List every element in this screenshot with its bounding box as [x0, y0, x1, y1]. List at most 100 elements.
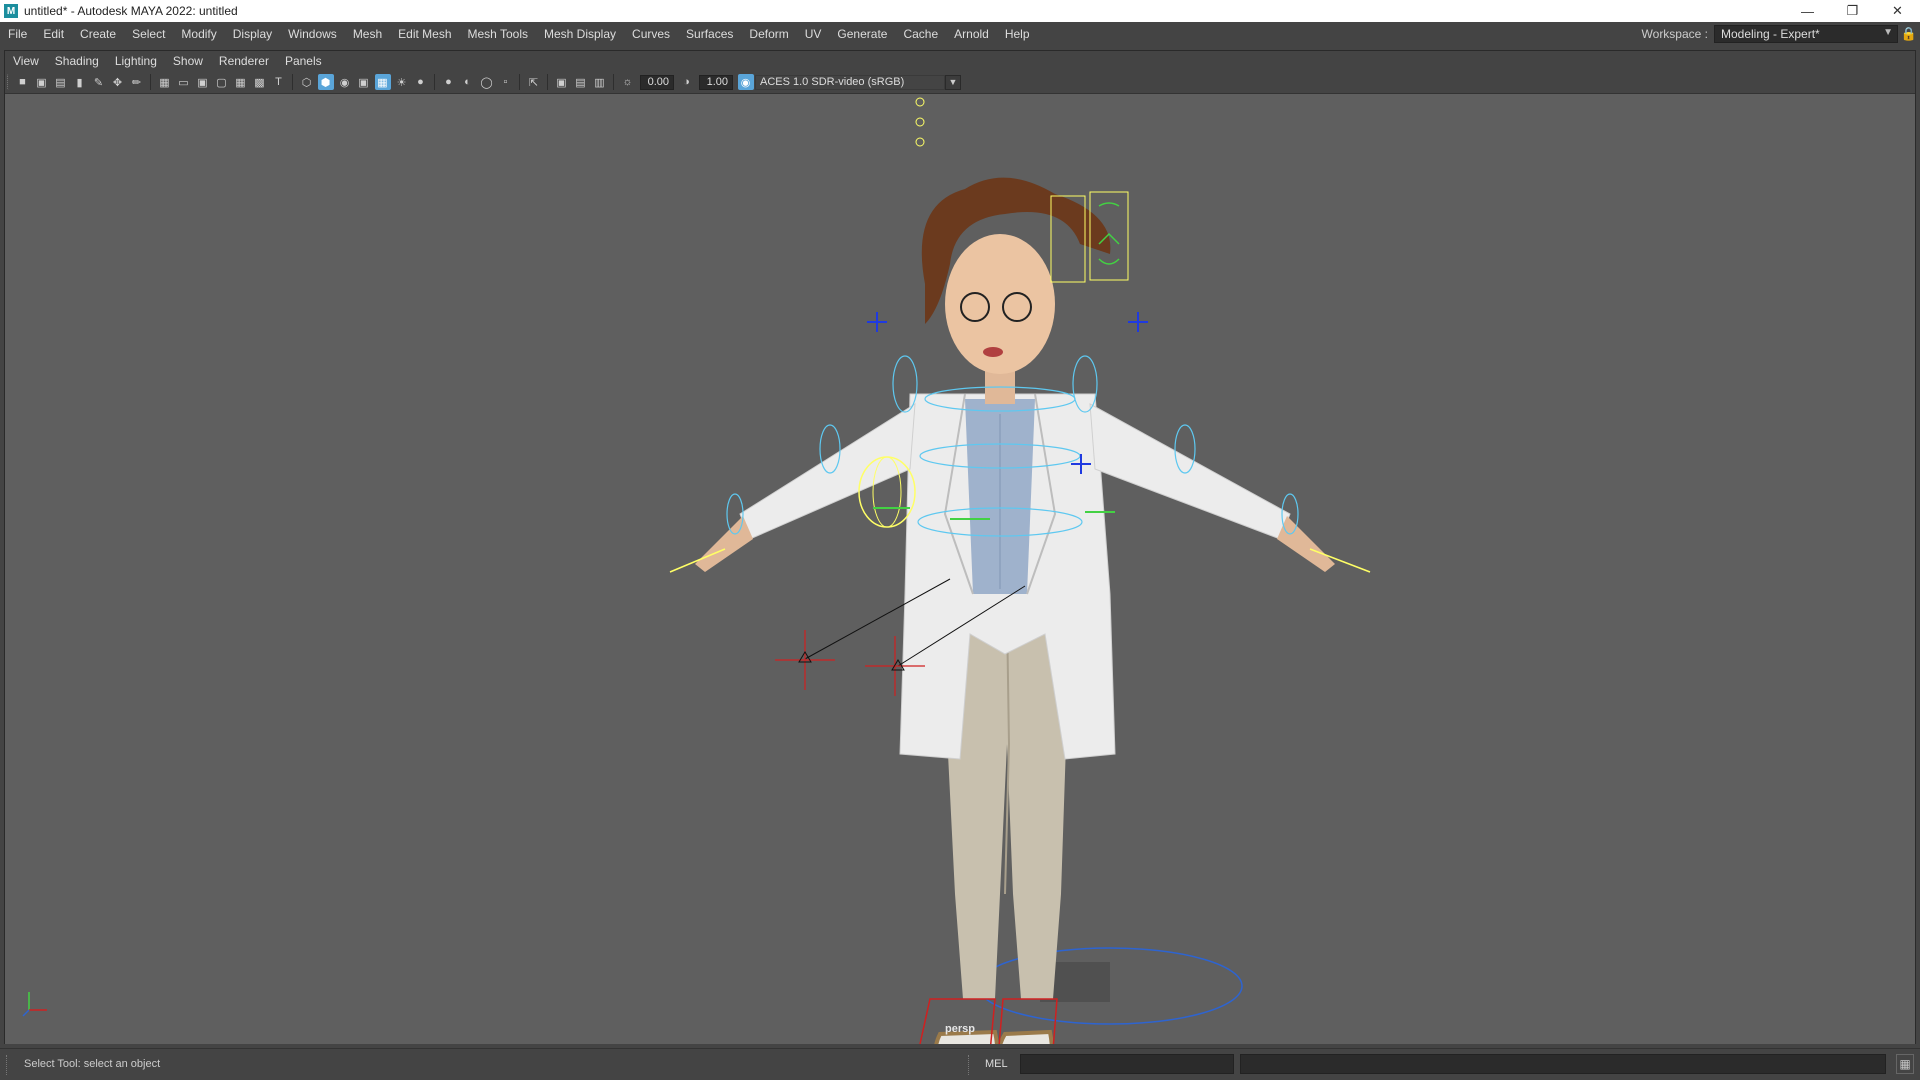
wireframe-on-shaded-icon[interactable]: ◉ [337, 74, 353, 90]
panel-menu-shading[interactable]: Shading [47, 51, 107, 71]
bookmark-icon[interactable]: ▮ [72, 74, 88, 90]
menu-create[interactable]: Create [72, 22, 124, 46]
textured-icon[interactable]: ▣ [356, 74, 372, 90]
right-hand-mesh [1277, 516, 1335, 572]
close-button[interactable]: ✕ [1875, 0, 1920, 22]
smooth-shade-icon[interactable]: ⬢ [317, 74, 334, 90]
film-gate-icon[interactable]: ▭ [176, 74, 192, 90]
workspace-dropdown[interactable]: Modeling - Expert* ▼ [1714, 25, 1898, 43]
camera-name-label: persp [945, 1023, 975, 1035]
right-arm-pole-control[interactable] [1128, 312, 1148, 332]
toolbar-grip[interactable] [6, 74, 12, 90]
safe-title-icon[interactable]: T [271, 74, 287, 90]
gamma-field[interactable]: 1.00 [699, 74, 733, 90]
menu-deform[interactable]: Deform [741, 22, 796, 46]
left-hand-mesh [695, 516, 753, 572]
menu-file[interactable]: File [0, 22, 35, 46]
grid-icon[interactable]: ▦ [157, 74, 173, 90]
command-line-grip[interactable] [968, 1055, 973, 1075]
panel-menu-bar: View Shading Lighting Show Renderer Pane… [5, 51, 1915, 71]
head-aim-control-1[interactable] [915, 97, 925, 107]
gate-mask-icon[interactable]: ▢ [214, 74, 230, 90]
depth-of-field-icon[interactable]: ◯ [479, 74, 495, 90]
menu-select[interactable]: Select [124, 22, 173, 46]
view-transform-value: ACES 1.0 SDR-video (sRGB) [760, 76, 905, 88]
menu-help[interactable]: Help [997, 22, 1038, 46]
chevron-down-icon[interactable]: ▼ [945, 74, 961, 90]
command-line-input[interactable] [1020, 1054, 1234, 1074]
xray-active-components-icon[interactable]: ▤ [573, 74, 589, 90]
left-arm-pole-control[interactable] [867, 312, 887, 332]
screen-space-ao-icon[interactable]: ● [413, 74, 429, 90]
menu-uv[interactable]: UV [797, 22, 830, 46]
toolbar-separator [519, 74, 520, 90]
panel-menu-renderer[interactable]: Renderer [211, 51, 277, 71]
help-line-text: Select Tool: select an object [24, 1058, 161, 1070]
lock-icon[interactable]: 🔒 [1898, 26, 1920, 42]
field-chart-icon[interactable]: ▦ [233, 74, 249, 90]
help-line-bar: Select Tool: select an object MEL ▦ [0, 1048, 1920, 1080]
multisample-aa-icon[interactable]: ◐ [460, 74, 476, 90]
view-transform-field[interactable]: ACES 1.0 SDR-video (sRGB) [755, 74, 945, 90]
window-title: untitled* - Autodesk MAYA 2022: untitled [24, 4, 238, 18]
menu-display[interactable]: Display [225, 22, 280, 46]
toolbar-separator [434, 74, 435, 90]
script-editor-icon[interactable]: ▦ [1896, 1054, 1914, 1074]
head-aim-control-2[interactable] [915, 117, 925, 127]
menu-arnold[interactable]: Arnold [946, 22, 997, 46]
menu-curves[interactable]: Curves [624, 22, 678, 46]
menu-edit-mesh[interactable]: Edit Mesh [390, 22, 459, 46]
menu-windows[interactable]: Windows [280, 22, 345, 46]
left-shoulder-control[interactable] [892, 355, 918, 413]
backface-culling-icon[interactable]: ▥ [592, 74, 608, 90]
left-knee-ik-control[interactable] [775, 630, 835, 690]
menu-cache[interactable]: Cache [895, 22, 946, 46]
exposure-icon[interactable]: ☼ [620, 74, 636, 90]
menu-edit[interactable]: Edit [35, 22, 72, 46]
use-all-lights-icon[interactable]: ▦ [374, 74, 391, 90]
head-aim-control-3[interactable] [915, 137, 925, 147]
panel-menu-lighting[interactable]: Lighting [107, 51, 165, 71]
panel-menu-show[interactable]: Show [165, 51, 211, 71]
menu-mesh[interactable]: Mesh [345, 22, 390, 46]
panel-menu-panels[interactable]: Panels [277, 51, 330, 71]
help-line-grip[interactable] [6, 1055, 11, 1075]
select-camera-icon[interactable]: ■ [15, 74, 31, 90]
xray-joints-icon[interactable]: ▣ [554, 74, 570, 90]
toolbar-separator [292, 74, 293, 90]
gamma-icon[interactable]: ◑ [679, 74, 695, 90]
motion-blur-icon[interactable]: ● [441, 74, 457, 90]
bookmarks-icon[interactable]: ▤ [53, 74, 69, 90]
workspace-value: Modeling - Expert* [1721, 27, 1820, 41]
isolate-select-icon[interactable]: ▫ [498, 74, 514, 90]
workspace-selector: Workspace : Modeling - Expert* ▼ 🔒 [1642, 22, 1920, 46]
perspective-viewport[interactable]: persp [5, 94, 1915, 1044]
maya-logo-icon: M [4, 4, 18, 18]
toolbar-separator [547, 74, 548, 90]
two-d-pan-zoom-icon[interactable]: ✥ [110, 74, 126, 90]
menu-mesh-tools[interactable]: Mesh Tools [460, 22, 536, 46]
exposure-field[interactable]: 0.00 [640, 74, 674, 90]
command-result-field [1240, 1054, 1886, 1074]
xray-icon[interactable]: ⇱ [526, 74, 542, 90]
resolution-gate-icon[interactable]: ▣ [195, 74, 211, 90]
grease-pencil-icon[interactable]: ✏ [129, 74, 145, 90]
chevron-down-icon: ▼ [1883, 27, 1893, 38]
restore-button[interactable]: ❐ [1830, 0, 1875, 22]
safe-action-icon[interactable]: ▩ [252, 74, 268, 90]
menu-surfaces[interactable]: Surfaces [678, 22, 741, 46]
minimize-button[interactable]: — [1785, 0, 1830, 22]
image-plane-icon[interactable]: ✎ [91, 74, 107, 90]
panel-toolbar: ■ ▣ ▤ ▮ ✎ ✥ ✏ ▦ ▭ ▣ ▢ ▦ ▩ T ⬡ ⬢ ◉ ▣ ▦ ☀ … [5, 71, 1915, 94]
menu-mesh-display[interactable]: Mesh Display [536, 22, 624, 46]
camera-attributes-icon[interactable]: ▣ [34, 74, 50, 90]
menu-modify[interactable]: Modify [173, 22, 224, 46]
scene-view [22, 97, 1371, 1044]
shadows-icon[interactable]: ☀ [394, 74, 410, 90]
command-language-toggle[interactable]: MEL [985, 1058, 1008, 1070]
wireframe-icon[interactable]: ⬡ [299, 74, 315, 90]
panel-menu-view[interactable]: View [5, 51, 47, 71]
color-management-icon[interactable]: ◉ [737, 74, 754, 90]
toolbar-separator [150, 74, 151, 90]
menu-generate[interactable]: Generate [829, 22, 895, 46]
